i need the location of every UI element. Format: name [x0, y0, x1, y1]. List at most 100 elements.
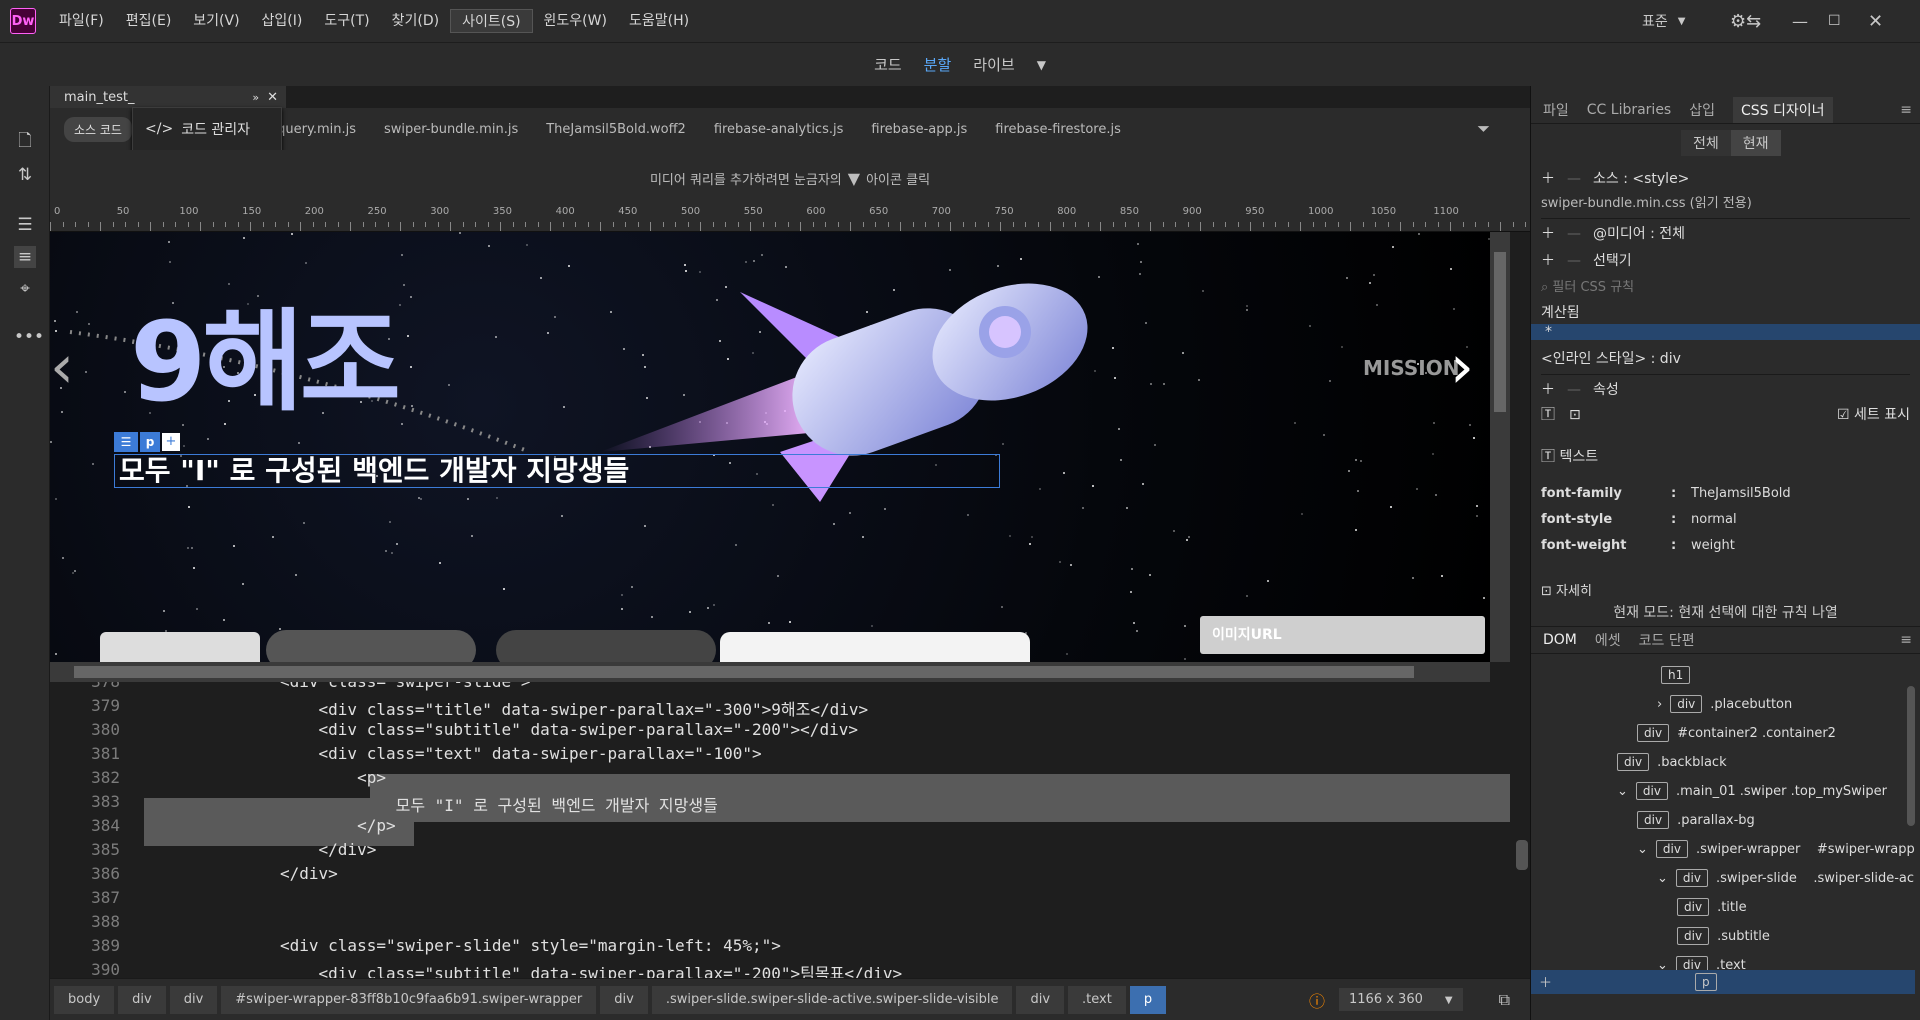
- related-file-firestore[interactable]: firebase-firestore.js: [995, 122, 1121, 137]
- tab-cc-libraries[interactable]: CC Libraries: [1587, 102, 1671, 118]
- details-section[interactable]: ⊡ 자세히: [1541, 580, 1910, 596]
- code-manager-popup[interactable]: </> 코드 관리자: [132, 107, 282, 151]
- slide-subtitle[interactable]: 모두 "I" 로 구성된 백엔드 개발자 지망생들: [114, 454, 1000, 488]
- menu-tools[interactable]: 도구(T): [313, 9, 380, 33]
- menu-view[interactable]: 보기(V): [182, 9, 250, 33]
- dom-node[interactable]: div .title: [1677, 898, 1747, 916]
- element-hud[interactable]: ☰ p +: [114, 432, 180, 452]
- add-selector-icon[interactable]: ＋: [1541, 253, 1555, 269]
- panel-menu-icon[interactable]: ≡: [1900, 102, 1912, 118]
- tab-files[interactable]: 파일: [1543, 100, 1569, 120]
- menu-site[interactable]: 사이트(S): [450, 9, 533, 33]
- dom-scroll-thumb[interactable]: [1907, 686, 1915, 826]
- related-file-swiper[interactable]: swiper-bundle.min.js: [384, 122, 518, 137]
- code-line[interactable]: </p>: [280, 816, 396, 835]
- new-document-icon[interactable]: 🗋: [14, 130, 36, 152]
- add-property-icon[interactable]: ＋: [1541, 382, 1555, 398]
- dom-node[interactable]: h1: [1661, 666, 1698, 684]
- text-category-icon[interactable]: 🅃: [1541, 407, 1555, 423]
- tag-crumb[interactable]: body: [54, 985, 115, 1014]
- tag-crumb[interactable]: .text: [1068, 985, 1126, 1014]
- dom-node[interactable]: › div .placebutton: [1657, 695, 1792, 713]
- maximize-button[interactable]: ☐: [1828, 0, 1841, 42]
- warning-icon[interactable]: ⓘ: [1309, 988, 1325, 1012]
- close-window-button[interactable]: ✕: [1868, 0, 1883, 42]
- view-dropdown-icon[interactable]: ▼: [1037, 58, 1046, 72]
- expand-arrow-icon[interactable]: ›: [1657, 697, 1662, 712]
- overflow-icon[interactable]: »: [252, 91, 259, 104]
- ruler[interactable]: 0 50 100 150 200 250 300 350 400 450 500 550 600 650 7…: [50, 206, 1530, 232]
- related-file-analytics[interactable]: firebase-analytics.js: [714, 122, 844, 137]
- menu-edit[interactable]: 편집(E): [115, 9, 183, 33]
- view-split-button[interactable]: 분할: [924, 54, 952, 75]
- dom-menu-icon[interactable]: ≡: [1900, 632, 1912, 648]
- expand-arrow-icon[interactable]: ⌄: [1617, 784, 1628, 799]
- code-line[interactable]: </div>: [280, 840, 377, 859]
- tab-assets[interactable]: 에셋: [1595, 630, 1621, 650]
- code-line[interactable]: <div class="swiper-slide">: [280, 682, 530, 691]
- code-scroll-thumb[interactable]: [1516, 840, 1528, 870]
- tab-dom[interactable]: DOM: [1543, 632, 1577, 648]
- mode-all-button[interactable]: 전체: [1681, 130, 1731, 156]
- tag-crumb[interactable]: div: [1016, 985, 1065, 1014]
- menu-window[interactable]: 윈도우(W): [533, 9, 618, 33]
- related-file-font[interactable]: TheJamsil5Bold.woff2: [546, 122, 686, 137]
- minimize-button[interactable]: —: [1792, 0, 1808, 42]
- menu-help[interactable]: 도움말(H): [618, 9, 700, 33]
- dom-selected-row[interactable]: ＋ p: [1531, 970, 1915, 994]
- expand-arrow-icon[interactable]: ⌄: [1657, 871, 1668, 886]
- live-vertical-scrollbar[interactable]: [1490, 232, 1510, 662]
- hud-menu-icon[interactable]: ☰: [114, 432, 138, 452]
- expand-arrow-icon[interactable]: ⌄: [1637, 842, 1648, 857]
- checkbox-icon[interactable]: ☑: [1837, 407, 1850, 423]
- code-line[interactable]: <div class="text" data-swiper-parallax="…: [280, 744, 762, 763]
- filter-icon[interactable]: ⏷: [1477, 119, 1490, 139]
- inline-style-item[interactable]: <인라인 스타일> : div: [1541, 348, 1910, 368]
- hud-add-icon[interactable]: +: [162, 433, 180, 451]
- code-editor[interactable]: 378 <div class="swiper-slide"> 379 <div cl…: [50, 682, 1530, 978]
- related-file-app[interactable]: firebase-app.js: [871, 122, 967, 137]
- slider-next-icon[interactable]: ›: [1450, 332, 1490, 402]
- remove-selector-icon[interactable]: —: [1567, 253, 1581, 269]
- document-tab[interactable]: main_test_ » ✕: [50, 86, 286, 108]
- more-category-icon[interactable]: ⊡: [1569, 407, 1581, 423]
- tag-crumb[interactable]: p: [1129, 985, 1167, 1014]
- code-line[interactable]: <div class="subtitle" data-swiper-parall…: [280, 960, 903, 978]
- selector-filter-input[interactable]: ⌕ 필터 CSS 규칙: [1541, 276, 1910, 295]
- prop-font-weight[interactable]: font-weight: weight: [1541, 538, 1910, 553]
- view-code-button[interactable]: 코드: [874, 54, 902, 75]
- remove-property-icon[interactable]: —: [1567, 382, 1581, 398]
- tag-crumb[interactable]: #swiper-wrapper-83ff8b10c9faa6b91.swiper…: [221, 985, 597, 1014]
- menu-find[interactable]: 찾기(D): [381, 9, 450, 33]
- code-line[interactable]: <p>: [280, 768, 386, 787]
- prop-font-style[interactable]: font-style: normal: [1541, 512, 1910, 527]
- menu-file[interactable]: 파일(F): [48, 9, 115, 33]
- dom-node[interactable]: div .backblack: [1617, 753, 1727, 771]
- tag-crumb[interactable]: div: [600, 985, 648, 1014]
- slider-prev-icon[interactable]: ‹: [50, 332, 90, 402]
- window-size-select[interactable]: 1166 x 360 ▼: [1339, 988, 1463, 1011]
- live-view-canvas[interactable]: 9해조 ‹ MISSION › ☰ p + 모두 "I" 로 구성된 백엔드 개…: [50, 232, 1490, 662]
- menu-insert[interactable]: 삽입(I): [251, 9, 314, 33]
- code-line[interactable]: 모두 "I" 로 구성된 백엔드 개발자 지망생들: [280, 792, 718, 816]
- add-source-icon[interactable]: ＋: [1541, 171, 1555, 187]
- live-horizontal-scrollbar[interactable]: [50, 662, 1490, 682]
- related-file-jquery[interactable]: jquery.min.js: [274, 122, 356, 137]
- code-line[interactable]: <div class="subtitle" data-swiper-parall…: [280, 720, 858, 739]
- dom-panel-icon[interactable]: ≡: [14, 246, 36, 268]
- tab-snippets[interactable]: 코드 단편: [1639, 630, 1695, 650]
- workspace-switcher[interactable]: 표준 ▼: [1642, 0, 1685, 42]
- file-transfer-icon[interactable]: ⇅: [14, 164, 36, 186]
- code-line[interactable]: </div>: [280, 864, 338, 883]
- tab-css-designer[interactable]: CSS 디자이너: [1733, 96, 1833, 123]
- code-line[interactable]: <div class="swiper-slide" style="margin-…: [280, 936, 781, 955]
- source-file[interactable]: swiper-bundle.min.css (읽기 전용): [1541, 192, 1910, 211]
- image-url-button[interactable]: 이미지URL: [1200, 616, 1485, 654]
- code-line[interactable]: <div class="title" data-swiper-parallax=…: [280, 696, 869, 720]
- sync-settings-icon[interactable]: ⚙⇆: [1730, 0, 1761, 42]
- view-live-button[interactable]: 라이브: [973, 54, 1014, 75]
- close-tab-icon[interactable]: ✕: [267, 90, 278, 105]
- tab-insert[interactable]: 삽입: [1689, 100, 1715, 120]
- dom-node[interactable]: ⌄ div .swiper-slide .swiper-slide-ac: [1657, 869, 1914, 887]
- prop-font-family[interactable]: font-family: TheJamsil5Bold: [1541, 486, 1910, 501]
